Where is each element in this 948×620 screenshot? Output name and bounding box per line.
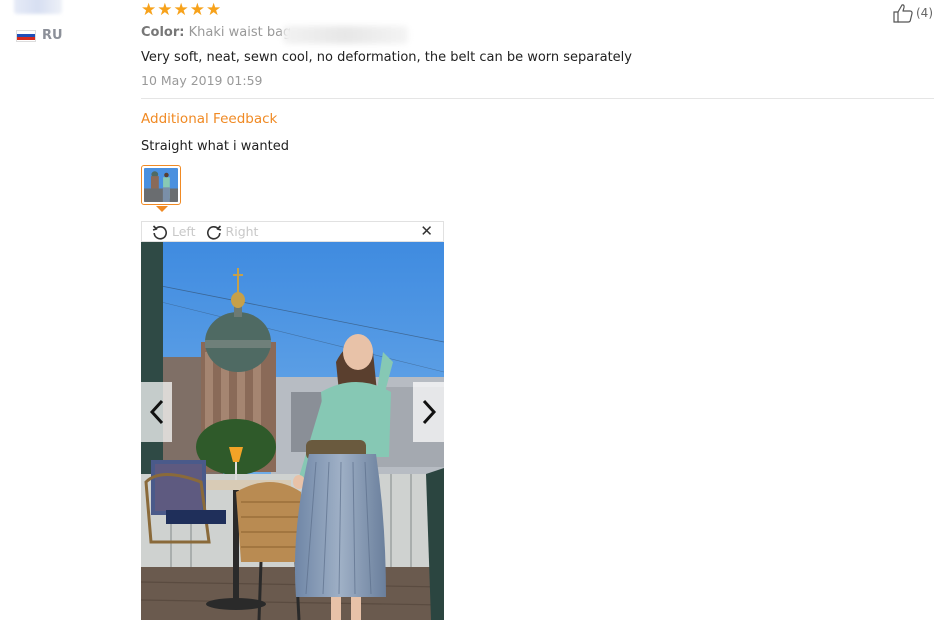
review-text: Very soft, neat, sewn cool, no deformati…	[141, 50, 632, 65]
section-divider	[141, 98, 934, 99]
chevron-left-icon	[149, 399, 163, 425]
next-photo-button[interactable]	[413, 382, 444, 442]
thumbnail-image	[144, 168, 178, 202]
rotate-left-label: Left	[172, 224, 196, 239]
previous-photo-button[interactable]	[141, 382, 172, 442]
helpful-count: (4)	[916, 6, 933, 20]
star-icon: ★	[206, 0, 222, 20]
chevron-right-icon	[422, 399, 436, 425]
rotate-right-label: Right	[225, 224, 259, 239]
review-photo-image	[141, 242, 444, 620]
star-icon: ★	[173, 0, 189, 20]
additional-feedback-title: Additional Feedback	[141, 111, 278, 127]
product-color: Color: Khaki waist bag	[141, 25, 291, 40]
star-icon: ★	[189, 0, 205, 20]
photo-viewer-toolbar: Left Right ✕	[141, 221, 444, 242]
blurred-attribute	[283, 26, 408, 44]
blurred-username	[14, 0, 62, 14]
additional-feedback-text: Straight what i wanted	[141, 139, 289, 154]
user-country: RU	[16, 28, 63, 43]
review-photo-thumbnail[interactable]	[141, 165, 181, 205]
color-label: Color:	[141, 25, 185, 40]
rotate-right-icon	[206, 224, 221, 240]
close-icon[interactable]: ✕	[420, 224, 433, 239]
review-date: 10 May 2019 01:59	[141, 73, 263, 88]
thumbs-up-icon	[893, 4, 913, 23]
star-icon: ★	[157, 0, 173, 20]
rotate-left-icon	[152, 224, 167, 240]
thumbnail-pointer	[156, 206, 168, 212]
russia-flag-icon	[16, 29, 36, 42]
helpful-button[interactable]: (4)	[892, 3, 933, 23]
color-value: Khaki waist bag	[188, 25, 292, 40]
star-icon: ★	[141, 0, 157, 20]
rotate-right-button[interactable]: Right	[206, 224, 259, 240]
country-code: RU	[42, 28, 63, 43]
star-rating: ★ ★ ★ ★ ★	[141, 2, 221, 19]
review-photo	[141, 242, 444, 620]
rotate-left-button[interactable]: Left	[152, 224, 196, 240]
